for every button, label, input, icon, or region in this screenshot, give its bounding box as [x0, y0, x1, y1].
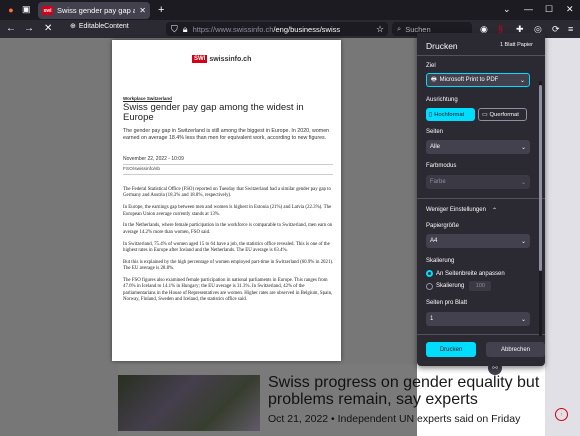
- print-button[interactable]: Drucken: [426, 342, 476, 357]
- color-mode-value: Farbe: [430, 179, 446, 185]
- orientation-label: Ausrichtung: [426, 97, 458, 103]
- swissinfo-favicon: swi: [42, 6, 53, 15]
- menu-icon[interactable]: ≡: [568, 24, 573, 34]
- accessibility-icon[interactable]: ↑: [555, 408, 568, 421]
- destination-select[interactable]: 🖶︎ Microsoft Print to PDF ⌄: [426, 73, 530, 87]
- scale-radio[interactable]: Skalierung 100: [426, 281, 492, 291]
- scale-label: Skalierung: [436, 283, 465, 289]
- article-paragraph: In Switzerland, 75.4% of women aged 15 t…: [123, 241, 330, 254]
- more-settings-toggle[interactable]: Weniger Einstellungen ⌃: [426, 207, 497, 214]
- divider: [417, 198, 545, 199]
- close-tab-icon[interactable]: ✕: [139, 6, 146, 15]
- destination-value: Microsoft Print to PDF: [439, 77, 499, 83]
- page-scroll-area: [545, 38, 580, 436]
- fit-width-radio[interactable]: An Seitenbreite anpassen: [426, 270, 505, 277]
- sheet-count: 1 Blatt Papier: [499, 42, 533, 48]
- print-actions: Drucken Abbrechen: [426, 342, 545, 357]
- logo-site: swissinfo.ch: [209, 55, 252, 63]
- article-lead: The gender pay gap in Switzerland is sti…: [123, 128, 330, 141]
- article-credit: FSO/swissinfo/sb: [123, 164, 333, 175]
- logo-mark: SWI: [192, 55, 208, 63]
- pages-per-sheet-label: Seiten pro Blatt: [426, 300, 468, 306]
- pages-per-sheet-value: 1: [430, 316, 434, 322]
- article-kicker: Workplace Switzerland: [123, 96, 172, 101]
- bookmark-star-icon[interactable]: ☆: [376, 24, 384, 35]
- landscape-button[interactable]: ▭ Querformat: [478, 108, 527, 121]
- divider: [417, 334, 545, 335]
- radio-selected: [426, 270, 433, 277]
- forward-icon[interactable]: →: [24, 23, 34, 34]
- scrollbar-thumb[interactable]: [539, 85, 542, 271]
- tab-active[interactable]: swi Swiss gender pay gap among t ✕: [38, 2, 150, 19]
- portrait-button[interactable]: ▯ Hochformat: [426, 108, 475, 121]
- url-text[interactable]: https://www.swissinfo.ch/eng/business/sw…: [193, 25, 341, 34]
- minimize-icon[interactable]: —: [524, 4, 533, 14]
- paper-size-select[interactable]: A4 ⌄: [426, 234, 530, 248]
- close-window-icon[interactable]: ✕: [566, 4, 574, 15]
- pages-value: Alle: [430, 144, 441, 150]
- pages-label: Seiten: [426, 129, 444, 135]
- portrait-label: Hochformat: [434, 111, 465, 118]
- pages-select[interactable]: Alle ⌄: [426, 140, 530, 154]
- landscape-label: Querformat: [489, 111, 519, 118]
- chevron-down-icon: ⌄: [520, 144, 526, 151]
- article-paragraph: The FSO figures also examined female par…: [123, 278, 333, 303]
- back-icon[interactable]: ←: [6, 23, 16, 34]
- paper-size-label: Papiergröße: [426, 223, 460, 229]
- landscape-icon: ▭: [482, 111, 488, 118]
- article-paragraph: But this is explained by the high percen…: [123, 259, 334, 272]
- scaling-label: Skalierung: [426, 258, 455, 264]
- url-host: https://www.swissinfo.ch: [192, 24, 274, 34]
- chevron-up-icon: ⌃: [491, 208, 497, 214]
- url-bar[interactable]: ⛉ 🔒︎ https://www.swissinfo.ch/eng/busine…: [166, 22, 388, 36]
- panel-scrollbar[interactable]: [539, 81, 542, 336]
- chevron-down-icon: ⌄: [520, 179, 526, 186]
- swissinfo-logo: SWI swissinfo.ch: [192, 55, 251, 63]
- fit-width-label: An Seitenbreite anpassen: [436, 270, 505, 277]
- print-settings-panel: Drucken 1 Blatt Papier Ziel 🖶︎ Microsoft…: [417, 33, 545, 366]
- search-icon: ⌕: [397, 24, 402, 33]
- list-all-tabs-icon[interactable]: ▣: [22, 4, 31, 15]
- article-title: Swiss gender pay gap among the widest in…: [123, 102, 304, 123]
- editable-content-label: EditableContent: [78, 22, 129, 30]
- cancel-button[interactable]: Abbrechen: [486, 342, 545, 357]
- lock-icon[interactable]: 🔒︎: [183, 24, 188, 35]
- sync-icon[interactable]: ⟳: [552, 24, 560, 35]
- article-date: November 22, 2022 - 10:09: [123, 156, 184, 162]
- chevron-down-icon: ⌄: [520, 316, 526, 323]
- article-paragraph: The Federal Statistical Office (FSO) rep…: [123, 187, 331, 199]
- pages-per-sheet-select[interactable]: 1 ⌄: [426, 312, 530, 326]
- chevron-down-icon: ⌄: [519, 77, 525, 84]
- more-settings-label: Weniger Einstellungen: [426, 207, 486, 213]
- firefox-icon[interactable]: ●: [6, 5, 16, 15]
- orientation-group: ▯ Hochformat ▭ Querformat: [426, 108, 527, 121]
- color-mode-label: Farbmodus: [426, 163, 457, 169]
- new-tab-icon[interactable]: +: [158, 4, 164, 16]
- maximize-icon[interactable]: ☐: [545, 4, 553, 15]
- divider: [417, 55, 545, 56]
- print-preview-page: SWI swissinfo.ch Workplace Switzerland S…: [112, 40, 341, 361]
- url-path: /eng/business/swiss: [273, 24, 341, 34]
- radio-unselected: [426, 282, 433, 290]
- portrait-icon: ▯: [429, 111, 433, 118]
- color-mode-select[interactable]: Farbe ⌄: [426, 175, 530, 189]
- chevron-down-icon: ⌄: [520, 238, 526, 245]
- paper-size-value: A4: [430, 238, 438, 244]
- shield-icon[interactable]: ⛉: [171, 24, 178, 35]
- scale-input[interactable]: 100: [469, 281, 492, 291]
- editable-content-button[interactable]: ⊕ EditableContent: [70, 22, 129, 31]
- destination-label: Ziel: [426, 63, 436, 69]
- article-body: The Federal Statistical Office (FSO) rep…: [123, 187, 336, 309]
- chevron-down-icon[interactable]: ⌄: [503, 4, 511, 15]
- tab-title: Swiss gender pay gap among t: [57, 6, 136, 15]
- tab-bar: ● ▣ swi Swiss gender pay gap among t ✕ +…: [0, 0, 580, 20]
- globe-icon: ⊕: [70, 23, 76, 30]
- article-paragraph: In the Netherlands, where female partici…: [123, 223, 333, 235]
- print-title: Drucken: [426, 41, 458, 51]
- article-paragraph: In Europe, the earnings gap between men …: [123, 205, 332, 217]
- printer-icon: 🖶︎: [431, 77, 437, 83]
- close-icon[interactable]: ✕: [44, 23, 52, 34]
